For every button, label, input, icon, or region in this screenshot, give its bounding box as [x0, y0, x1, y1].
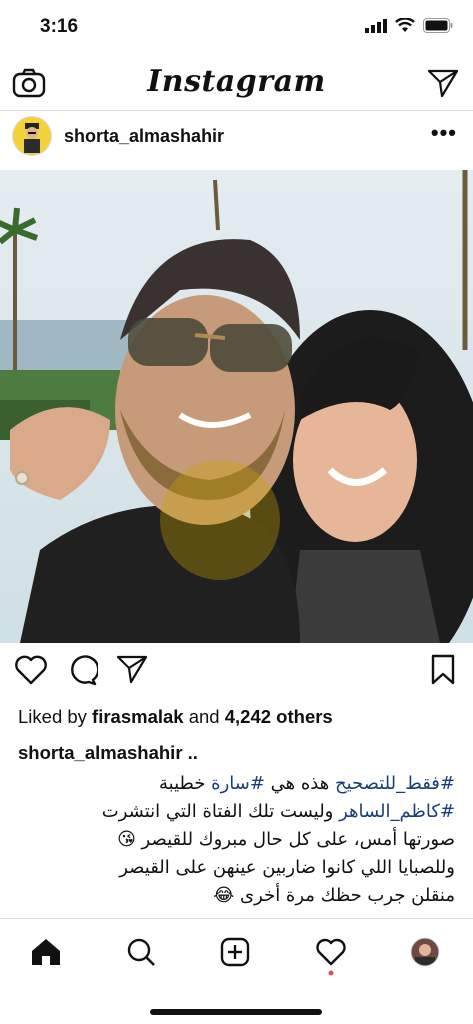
bookmark-icon[interactable]: [430, 654, 456, 686]
post-caption: #فقط_للتصحيح هذه هي #سارة خطيبة #كاظم_ال…: [15, 770, 455, 910]
status-icons: [365, 18, 453, 33]
hashtag[interactable]: #كاظم_الساهر: [339, 801, 455, 822]
home-indicator: [150, 1009, 322, 1015]
app-logo: Instagram: [147, 64, 326, 99]
post-image: [0, 170, 473, 643]
post-photo[interactable]: [0, 170, 473, 643]
share-icon[interactable]: [116, 654, 148, 684]
likes-prefix: Liked by: [18, 706, 93, 727]
likes-middle: and: [183, 706, 225, 727]
caption-username[interactable]: shorta_almashahir ..: [18, 742, 198, 764]
post-actions: [0, 654, 473, 694]
caption-username-text: shorta_almashahir ..: [18, 742, 198, 763]
caption-text: وليست تلك الفتاة التي انتشرت: [101, 801, 340, 822]
post-author-username[interactable]: shorta_almashahir: [64, 126, 224, 147]
post-header: shorta_almashahir •••: [0, 112, 473, 162]
profile-avatar[interactable]: [410, 937, 440, 967]
caption-line: وللصبايا اللي كانوا ضاربين عينهن على الق…: [119, 857, 455, 878]
caption-text: خطيبة: [159, 773, 212, 794]
heart-icon[interactable]: [14, 654, 48, 686]
battery-icon: [423, 18, 453, 33]
likes-summary[interactable]: Liked by firasmalak and 4,242 others: [18, 706, 333, 728]
add-post-icon[interactable]: [220, 937, 250, 967]
likes-count[interactable]: 4,242 others: [225, 706, 333, 727]
hashtag[interactable]: #سارة: [211, 773, 265, 794]
likes-user[interactable]: firasmalak: [92, 706, 184, 727]
more-options-button[interactable]: •••: [431, 120, 457, 146]
direct-message-icon[interactable]: [427, 68, 459, 98]
top-navigation: Instagram: [0, 58, 473, 111]
caption-line: صورتها أمس، على كل حال مبروك للقيصر 😘: [117, 829, 455, 850]
wifi-icon: [395, 18, 415, 32]
bottom-tab-bar: [0, 918, 473, 989]
hashtag[interactable]: #فقط_للتصحيح: [335, 773, 455, 794]
status-time: 3:16: [40, 16, 79, 37]
caption-line: منقلن جرب حظك مرة أخرى 😂: [213, 885, 455, 906]
home-icon[interactable]: [30, 937, 62, 967]
status-bar: 3:16: [0, 0, 473, 56]
caption-line: #كاظم_الساهر وليست تلك الفتاة التي انتشر…: [15, 798, 455, 826]
signal-icon: [365, 18, 387, 33]
caption-line: #فقط_للتصحيح هذه هي #سارة خطيبة: [15, 770, 455, 798]
activity-icon[interactable]: [315, 937, 347, 977]
search-icon[interactable]: [126, 937, 156, 967]
caption-text: هذه هي: [264, 773, 335, 794]
post-author-avatar[interactable]: [12, 116, 52, 156]
comment-icon[interactable]: [66, 654, 98, 686]
